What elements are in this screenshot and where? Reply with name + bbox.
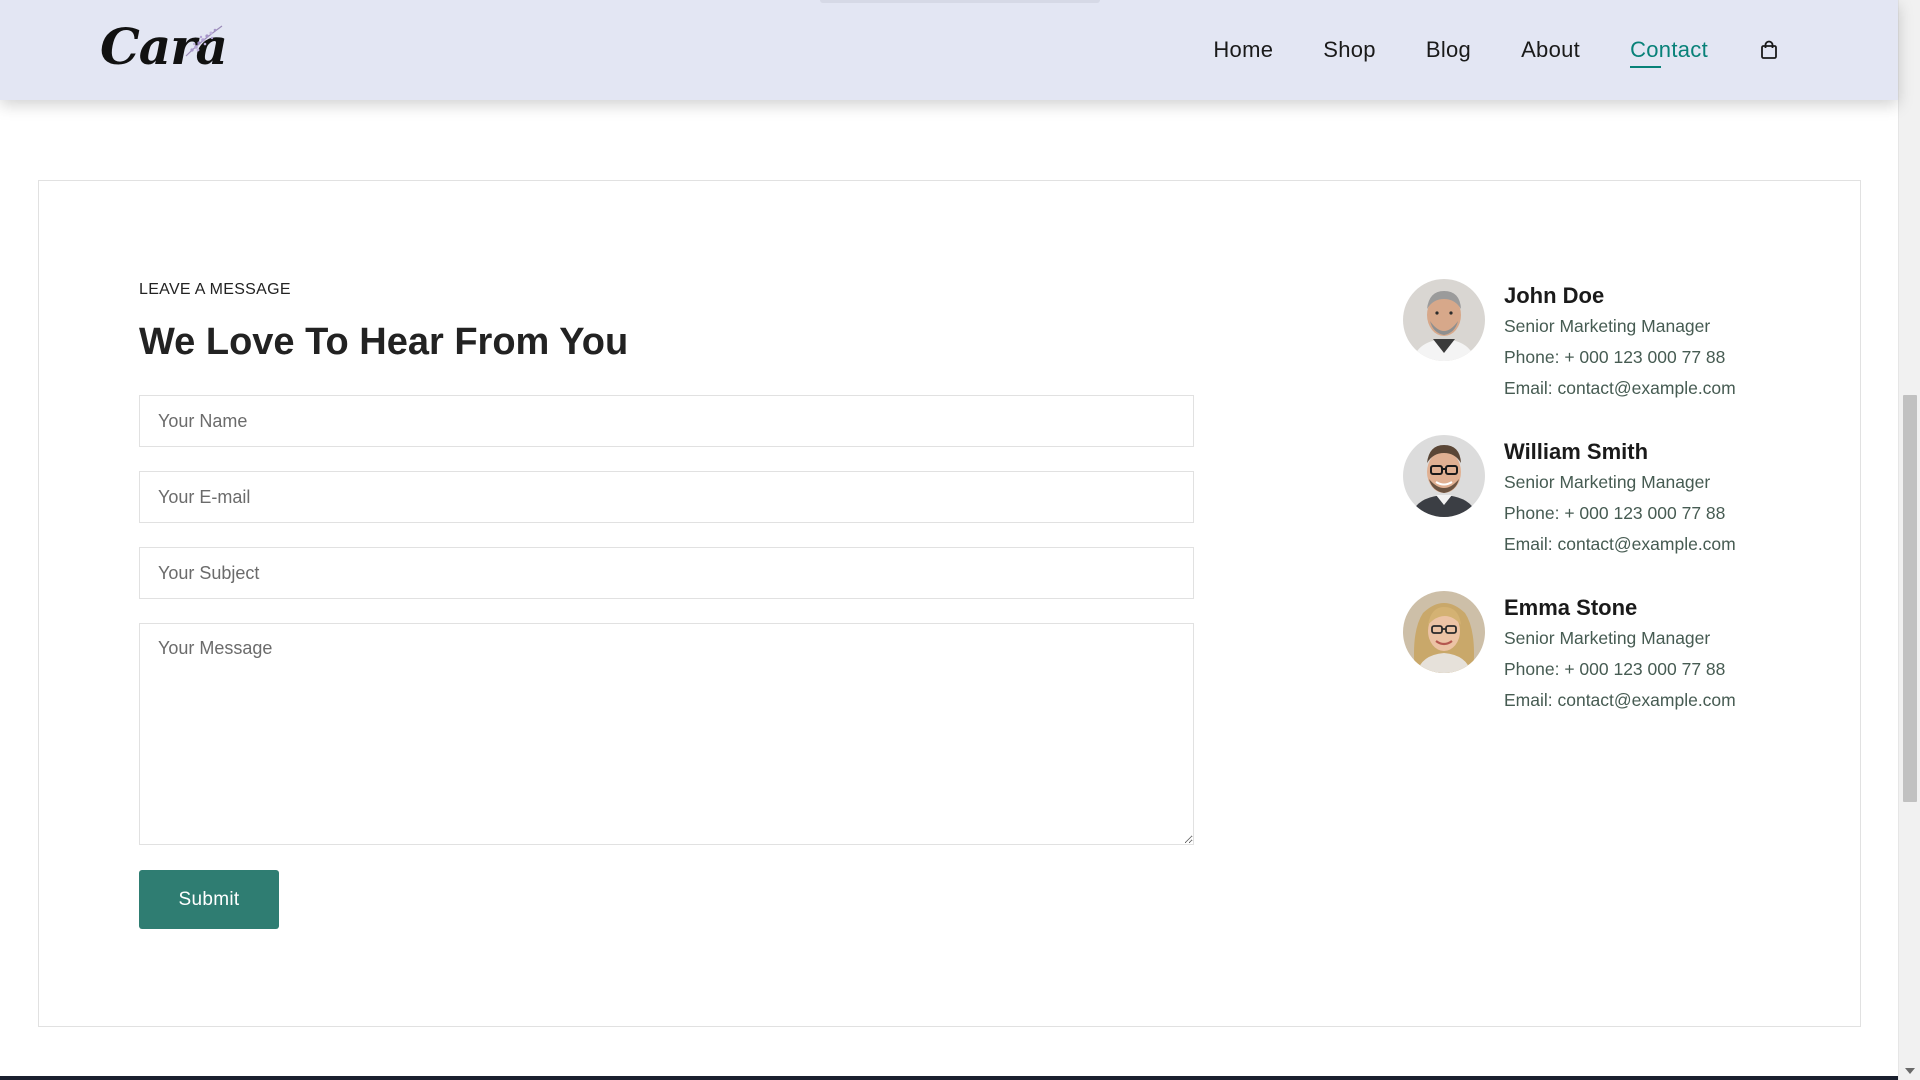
- nav-blog-link[interactable]: Blog: [1426, 37, 1471, 62]
- person-role: Senior Marketing Manager: [1504, 316, 1711, 336]
- avatar: [1403, 279, 1485, 361]
- person-info: William Smith Senior Marketing Manager P…: [1504, 437, 1736, 560]
- scroll-down-arrow-icon[interactable]: [1905, 1068, 1915, 1074]
- nav-about-link[interactable]: About: [1521, 37, 1580, 62]
- person-role: Senior Marketing Manager: [1504, 472, 1711, 492]
- page-scrollbar[interactable]: [1898, 0, 1920, 1080]
- person-info: John Doe Senior Marketing Manager Phone:…: [1504, 281, 1736, 404]
- form-eyebrow: LEAVE A MESSAGE: [139, 281, 291, 298]
- form-title: We Love To Hear From You: [139, 321, 629, 363]
- footer-edge: [0, 1076, 1898, 1080]
- header-notch: [820, 0, 1100, 3]
- person-card: Emma Stone Senior Marketing Manager Phon…: [1403, 591, 1803, 747]
- name-input[interactable]: [139, 395, 1194, 447]
- contact-form-section: LEAVE A MESSAGE We Love To Hear From You…: [38, 180, 1861, 1027]
- submit-button[interactable]: Submit: [139, 870, 279, 929]
- person-role: Senior Marketing Manager: [1504, 628, 1711, 648]
- nav-shop-link[interactable]: Shop: [1323, 37, 1376, 62]
- nav-contact-link[interactable]: Contact: [1630, 37, 1708, 62]
- person-phone: Phone: + 000 123 000 77 88: [1504, 503, 1726, 523]
- main-nav: Home Shop Blog About Contact: [1213, 0, 1780, 100]
- person-info: Emma Stone Senior Marketing Manager Phon…: [1504, 593, 1736, 716]
- lavender-sprig-icon: [185, 25, 223, 57]
- person-email: Email: contact@example.com: [1504, 690, 1736, 710]
- contact-form: LEAVE A MESSAGE We Love To Hear From You…: [139, 279, 1194, 929]
- person-phone: Phone: + 000 123 000 77 88: [1504, 347, 1726, 367]
- person-name: John Doe: [1504, 283, 1605, 308]
- person-email: Email: contact@example.com: [1504, 378, 1736, 398]
- avatar: [1403, 591, 1485, 673]
- site-header: Cara Home Shop Blog About Contact: [0, 0, 1898, 100]
- email-input[interactable]: [139, 471, 1194, 523]
- subject-input[interactable]: [139, 547, 1194, 599]
- message-textarea[interactable]: [139, 623, 1194, 845]
- shopping-bag-icon[interactable]: [1758, 38, 1780, 62]
- person-name: Emma Stone: [1504, 595, 1638, 620]
- person-email: Email: contact@example.com: [1504, 534, 1736, 554]
- person-card: William Smith Senior Marketing Manager P…: [1403, 435, 1803, 591]
- person-name: William Smith: [1504, 439, 1649, 464]
- person-phone: Phone: + 000 123 000 77 88: [1504, 659, 1726, 679]
- contact-people-list: John Doe Senior Marketing Manager Phone:…: [1403, 279, 1803, 747]
- cara-logo[interactable]: Cara: [100, 18, 230, 82]
- nav-home-link[interactable]: Home: [1213, 37, 1273, 62]
- scrollbar-thumb[interactable]: [1903, 395, 1917, 802]
- person-card: John Doe Senior Marketing Manager Phone:…: [1403, 279, 1803, 435]
- avatar: [1403, 435, 1485, 517]
